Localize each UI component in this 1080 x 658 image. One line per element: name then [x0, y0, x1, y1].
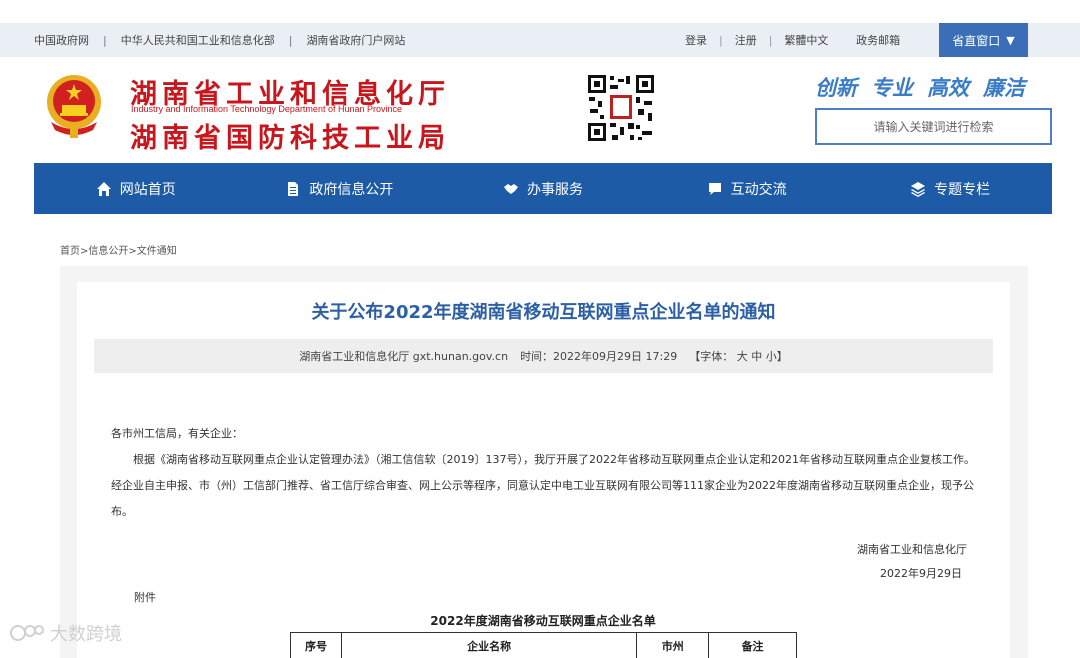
nav-label: 政府信息公开 — [309, 181, 394, 198]
watermark-text: 大数跨境 — [50, 624, 122, 645]
font-size-small[interactable]: 小 — [766, 350, 777, 363]
separator: | — [768, 33, 773, 47]
enterprise-table: 序号 企业名称 市州 备注 — [290, 632, 797, 658]
top-right-links: 登录 | 注册 | 繁體中文 | 政务邮箱 — [685, 23, 900, 57]
article-paragraph: 根据《湖南省移动互联网重点企业认定管理办法》（湘工信信软〔2019〕137号），… — [111, 453, 975, 518]
provincial-portal-dropdown[interactable]: 省直窗口 ▼ — [939, 23, 1028, 57]
col-company: 企业名称 — [340, 632, 638, 658]
col-city: 市州 — [636, 632, 710, 658]
site-title-english: Industry and Information Technology Depa… — [131, 104, 402, 114]
nav-item-interaction[interactable]: 互动交流 — [645, 163, 849, 214]
article-time: 时间：2022年09月29日 17:29 — [520, 350, 678, 363]
nav-label: 网站首页 — [119, 181, 176, 198]
nav-item-gov-info[interactable]: 政府信息公开 — [238, 163, 442, 214]
slogan-word: 专业 — [871, 76, 913, 100]
font-size-close: 】 — [776, 350, 788, 363]
salutation: 各市州工信局，有关企业： — [111, 427, 243, 440]
top-links: 中国政府网 | 中华人民共和国工业和信息化部 | 湖南省政府门户网站 — [34, 23, 405, 57]
watermark-logo-icon — [10, 625, 44, 641]
portal-label: 省直窗口 — [952, 33, 1001, 48]
attachment-label: 附件 — [134, 591, 156, 604]
nav-item-topics[interactable]: 专题专栏 — [848, 163, 1052, 214]
article-source: 湖南省工业和信息化厅 gxt.hunan.gov.cn — [299, 350, 509, 363]
traditional-chinese-link[interactable]: 繁體中文 — [784, 32, 828, 48]
font-size-medium[interactable]: 中 — [751, 350, 762, 363]
slogan-word: 廉洁 — [983, 76, 1025, 100]
col-index: 序号 — [290, 632, 342, 658]
article-body: 各市州工信局，有关企业： 根据《湖南省移动互联网重点企业认定管理办法》（湘工信信… — [111, 421, 981, 525]
breadcrumb[interactable]: 首页>信息公开>文件通知 — [60, 242, 177, 257]
register-link[interactable]: 注册 — [735, 32, 757, 48]
font-size-label: 【字体： — [689, 350, 734, 363]
font-size-control: 【字体： 大 中 小】 — [689, 348, 788, 364]
login-link[interactable]: 登录 — [685, 32, 707, 48]
layers-icon — [911, 181, 926, 197]
main-nav: 网站首页 政府信息公开 办事服务 互动交流 专题专栏 — [34, 163, 1052, 214]
document-icon — [288, 181, 299, 196]
col-note: 备注 — [708, 632, 797, 658]
signature-date: 2022年9月29日 — [880, 567, 962, 580]
search-input[interactable]: 请输入关键词进行检索 — [815, 108, 1052, 145]
separator: | — [288, 33, 293, 47]
article-title: 关于公布2022年度湖南省移动互联网重点企业名单的通知 — [311, 302, 776, 323]
signature-org: 湖南省工业和信息化厅 — [857, 543, 967, 556]
link-miit[interactable]: 中华人民共和国工业和信息化部 — [121, 32, 275, 48]
separator: | — [103, 33, 107, 47]
link-hunan-portal[interactable]: 湖南省政府门户网站 — [306, 32, 405, 48]
national-emblem-icon — [47, 75, 101, 138]
site-title-secondary: 湖南省国防科技工业局 — [130, 123, 450, 154]
chat-icon — [708, 182, 721, 195]
article-meta: 湖南省工业和信息化厅 gxt.hunan.gov.cn 时间：2022年09月2… — [94, 339, 993, 373]
nav-item-services[interactable]: 办事服务 — [441, 163, 645, 214]
nav-label: 办事服务 — [526, 181, 583, 198]
font-size-large[interactable]: 大 — [737, 350, 748, 363]
caret-down-icon: ▼ — [1006, 33, 1015, 47]
link-gov-cn[interactable]: 中国政府网 — [34, 32, 89, 48]
handshake-icon — [503, 183, 518, 194]
top-bar: 中国政府网 | 中华人民共和国工业和信息化部 | 湖南省政府门户网站 登录 | … — [0, 23, 1080, 57]
gov-mail-link[interactable]: 政务邮箱 — [856, 32, 900, 48]
slogan-word: 高效 — [927, 76, 969, 100]
watermark: 大数跨境 — [10, 620, 122, 646]
slogan-word: 创新 — [815, 76, 857, 100]
home-icon — [96, 181, 111, 196]
slogan: 创新 专业 高效 廉洁 — [815, 72, 1025, 102]
nav-label: 专题专栏 — [934, 181, 991, 198]
nav-item-home[interactable]: 网站首页 — [34, 163, 238, 214]
table-title: 2022年度湖南省移动互联网重点企业名单 — [430, 614, 656, 628]
qr-code-icon — [586, 73, 656, 143]
nav-label: 互动交流 — [730, 181, 787, 198]
separator: | — [719, 33, 723, 47]
table-header-row: 序号 企业名称 市州 备注 — [290, 632, 797, 658]
